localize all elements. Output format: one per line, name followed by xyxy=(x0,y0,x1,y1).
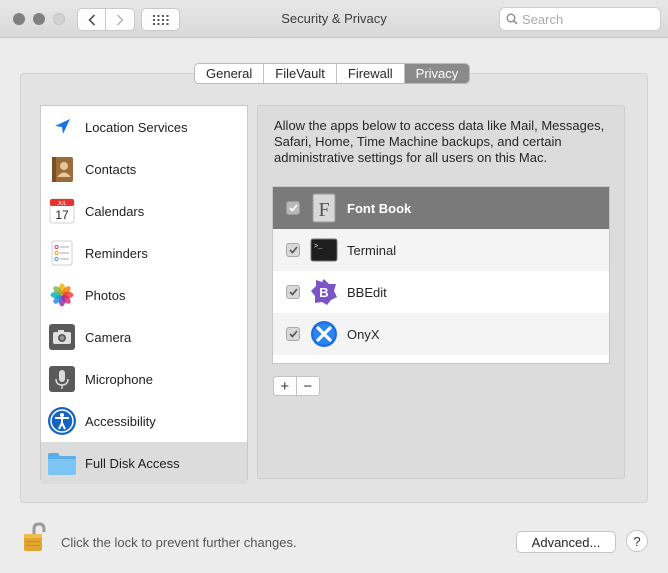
sidebar-item-accessibility[interactable]: Accessibility xyxy=(41,400,247,442)
sidebar-item-label: Calendars xyxy=(85,203,145,219)
checkmark-icon xyxy=(288,330,298,338)
app-row-terminal[interactable]: >_ Terminal xyxy=(273,229,609,271)
app-checkbox[interactable] xyxy=(286,201,300,215)
security-privacy-window: Security & Privacy General FileVault Fir… xyxy=(0,0,668,573)
accessibility-icon xyxy=(47,406,77,436)
folder-icon xyxy=(47,448,77,478)
tab-privacy[interactable]: Privacy xyxy=(404,64,470,83)
app-name: Terminal xyxy=(347,242,397,258)
terminal-icon: >_ xyxy=(309,235,339,265)
lock-icon[interactable] xyxy=(22,521,48,553)
search-field[interactable] xyxy=(499,7,661,31)
sidebar-item-label: Reminders xyxy=(85,245,148,261)
sidebar-item-label: Camera xyxy=(85,329,132,345)
checkmark-icon xyxy=(288,246,298,254)
app-name: BBEdit xyxy=(347,284,387,300)
calendar-day-text: 17 xyxy=(55,208,69,222)
terminal-prompt-glyph: >_ xyxy=(314,243,323,251)
remove-app-button[interactable]: − xyxy=(297,377,319,395)
app-checkbox[interactable] xyxy=(286,243,300,257)
sidebar-item-location-services[interactable]: Location Services xyxy=(41,106,247,148)
sidebar-item-reminders[interactable]: Reminders xyxy=(41,232,247,274)
app-checkbox[interactable] xyxy=(286,327,300,341)
sidebar-item-label: Accessibility xyxy=(85,413,156,429)
reminders-list-icon xyxy=(47,238,77,268)
app-row-bbedit[interactable]: B BBEdit xyxy=(273,271,609,313)
full-disk-access-description: Allow the apps below to access data like… xyxy=(274,118,605,165)
app-name: Font Book xyxy=(347,200,412,216)
tab-firewall[interactable]: Firewall xyxy=(336,64,405,83)
app-permission-list[interactable]: F Font Book >_ Terminal B BBEdit OnyX xyxy=(272,186,610,364)
sidebar-item-calendars[interactable]: JUL 17 Calendars xyxy=(41,190,247,232)
calendar-month-text: JUL xyxy=(58,201,67,207)
microphone-icon xyxy=(47,364,77,394)
tab-general[interactable]: General xyxy=(195,64,265,83)
help-button[interactable]: ? xyxy=(626,530,648,552)
sidebar-item-label: Full Disk Access xyxy=(85,455,180,471)
app-row-font-book[interactable]: F Font Book xyxy=(273,187,609,229)
photos-flower-icon xyxy=(47,280,77,310)
sidebar-item-label: Contacts xyxy=(85,161,137,177)
onyx-icon xyxy=(309,319,339,349)
sidebar-item-camera[interactable]: Camera xyxy=(41,316,247,358)
camera-icon xyxy=(47,322,77,352)
checkmark-icon xyxy=(288,288,298,296)
location-arrow-icon xyxy=(47,112,77,142)
font-book-glyph: F xyxy=(318,199,329,221)
add-remove-group: + − xyxy=(273,376,320,396)
advanced-button[interactable]: Advanced... xyxy=(516,531,616,553)
sidebar-item-microphone[interactable]: Microphone xyxy=(41,358,247,400)
checkmark-icon xyxy=(288,204,298,212)
tab-filevault[interactable]: FileVault xyxy=(264,64,337,83)
tab-bar: General FileVault Firewall Privacy xyxy=(194,63,471,84)
privacy-category-list[interactable]: Location Services Contacts JUL 17 Calend… xyxy=(40,105,248,484)
sidebar-item-contacts[interactable]: Contacts xyxy=(41,148,247,190)
sidebar-item-full-disk-access[interactable]: Full Disk Access xyxy=(41,442,247,484)
sidebar-item-photos[interactable]: Photos xyxy=(41,274,247,316)
search-input[interactable] xyxy=(522,11,652,27)
app-checkbox[interactable] xyxy=(286,285,300,299)
lock-status-text: Click the lock to prevent further change… xyxy=(61,535,297,550)
bbedit-glyph: B xyxy=(319,285,328,300)
bbedit-icon: B xyxy=(309,277,339,307)
sidebar-item-label: Microphone xyxy=(85,371,153,387)
contacts-book-icon xyxy=(47,154,77,184)
sidebar-item-label: Location Services xyxy=(85,119,188,135)
sidebar-item-label: Photos xyxy=(85,287,126,303)
search-icon xyxy=(506,13,518,25)
add-app-button[interactable]: + xyxy=(274,377,297,395)
title-bar: Security & Privacy xyxy=(0,0,668,38)
app-row-onyx[interactable]: OnyX xyxy=(273,313,609,355)
calendar-icon: JUL 17 xyxy=(47,196,77,226)
font-book-icon: F xyxy=(309,193,339,223)
app-name: OnyX xyxy=(347,326,380,342)
